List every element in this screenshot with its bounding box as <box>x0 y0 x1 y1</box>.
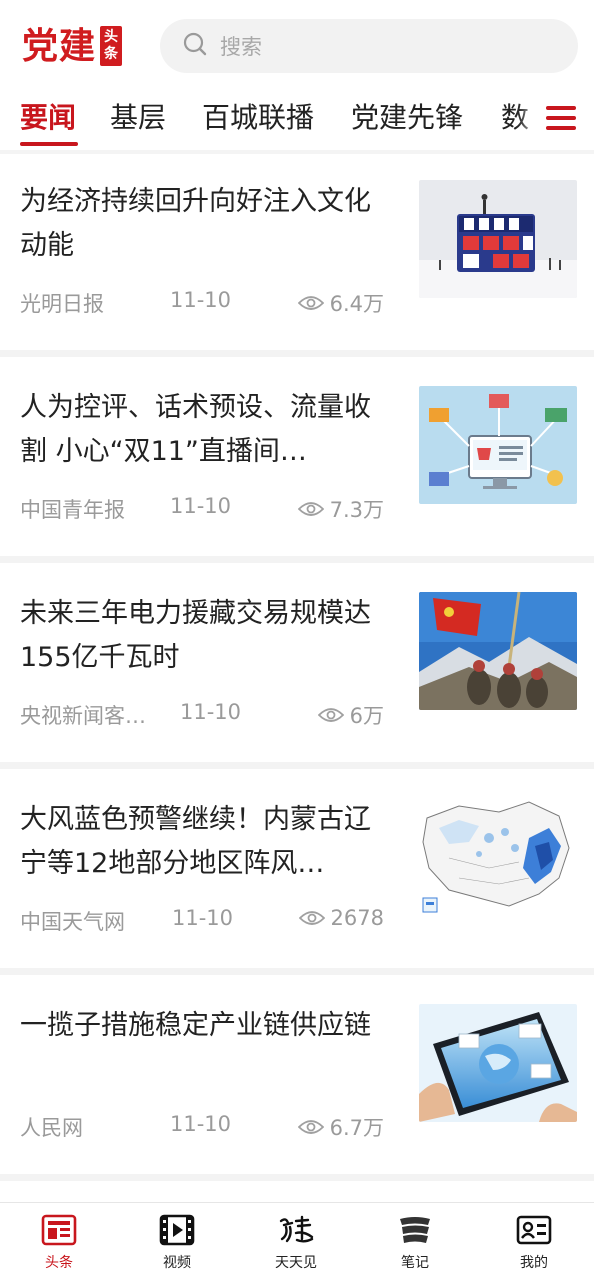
logo-text: 党建 <box>22 25 97 67</box>
news-title: 未来三年电力援藏交易规模达155亿千瓦时 <box>20 598 371 673</box>
eye-icon <box>297 1120 324 1134</box>
news-divider <box>0 1174 594 1181</box>
news-thumbnail[interactable] <box>419 386 577 504</box>
eye-icon <box>297 296 324 310</box>
tab-dangjian-xianfeng[interactable]: 党建先锋 <box>351 92 463 146</box>
news-views-count: 6.7万 <box>329 1116 384 1140</box>
news-date: 11-10 <box>170 494 232 518</box>
nav-label: 视频 <box>163 1255 191 1271</box>
news-meta: 人民网 11-10 6.7万 <box>20 1112 390 1142</box>
news-date: 11-10 <box>180 700 242 724</box>
logo-badge: 头 条 <box>100 26 123 66</box>
eye-icon <box>298 911 325 925</box>
news-source: 人民网 <box>20 1116 83 1140</box>
news-views-count: 6万 <box>349 704 384 728</box>
search-bar[interactable]: 搜索 <box>160 19 578 73</box>
channel-tabs: 要闻 基层 百城联播 党建先锋 数 <box>0 92 594 152</box>
news-meta: 中国天气网 11-10 2678 <box>20 906 390 936</box>
active-tab-indicator <box>20 142 78 146</box>
search-placeholder: 搜索 <box>220 35 262 59</box>
news-source: 中国青年报 <box>20 498 125 522</box>
news-date: 11-10 <box>170 288 232 312</box>
news-source: 中国天气网 <box>20 910 125 934</box>
news-divider <box>0 762 594 769</box>
news-thumbnail[interactable] <box>419 1004 577 1122</box>
news-divider <box>0 350 594 357</box>
logo-badge-bottom: 条 <box>104 46 119 62</box>
app-root: 党建 头 条 搜索 要闻 基层 百城联播 党建先锋 数 为经济持续回升向好注入文… <box>0 0 594 1280</box>
nav-label: 天天见 <box>275 1255 317 1271</box>
tab-jiceng[interactable]: 基层 <box>110 92 166 146</box>
news-date: 11-10 <box>172 906 234 930</box>
notes-icon <box>400 1217 430 1243</box>
search-icon <box>182 31 208 61</box>
news-views: 6.7万 <box>297 1112 384 1142</box>
nav-label: 我的 <box>520 1255 548 1271</box>
news-source: 光明日报 <box>20 292 104 316</box>
news-divider <box>0 968 594 975</box>
channel-menu-icon[interactable] <box>540 100 580 136</box>
news-thumbnail[interactable] <box>419 798 577 916</box>
nav-item-wode[interactable]: 我的 <box>475 1203 593 1280</box>
eye-icon <box>317 708 344 722</box>
news-thumbnail[interactable] <box>419 180 577 298</box>
news-item[interactable]: 未来三年电力援藏交易规模达155亿千瓦时 央视新闻客… 11-10 6万 <box>0 566 594 766</box>
header: 党建 头 条 搜索 <box>0 0 594 92</box>
nav-item-shipin[interactable]: 视频 <box>118 1203 236 1280</box>
eye-icon <box>297 502 324 516</box>
news-title: 为经济持续回升向好注入文化动能 <box>20 186 371 261</box>
calligraphy-dangjian-icon <box>279 1215 314 1243</box>
news-meta: 光明日报 11-10 6.4万 <box>20 288 390 318</box>
news-item[interactable]: 人为控评、话术预设、流量收割 小心“双11”直播间… 中国青年报 11-10 7… <box>0 360 594 560</box>
nav-item-toutiao[interactable]: 头条 <box>0 1203 118 1280</box>
news-title: 大风蓝色预警继续！内蒙古辽宁等12地部分地区阵风… <box>20 804 371 879</box>
news-views: 2678 <box>298 906 384 930</box>
news-thumbnail[interactable] <box>419 592 577 710</box>
tab-yaowen[interactable]: 要闻 <box>20 92 76 146</box>
news-item[interactable]: 一揽子措施稳定产业链供应链 人民网 11-10 6.7万 <box>0 978 594 1178</box>
bottom-nav: 头条 视频 天天见 笔记 我的 <box>0 1202 594 1280</box>
logo-badge-top: 头 <box>104 29 119 45</box>
news-meta: 中国青年报 11-10 7.3万 <box>20 494 390 524</box>
app-logo: 党建 头 条 <box>22 22 123 70</box>
news-views-count: 2678 <box>330 906 384 930</box>
news-views: 7.3万 <box>297 494 384 524</box>
tab-baicheng-lianbo[interactable]: 百城联播 <box>202 92 314 146</box>
news-views: 6.4万 <box>297 288 384 318</box>
nav-label: 笔记 <box>401 1255 429 1271</box>
video-icon <box>159 1214 195 1246</box>
news-views: 6万 <box>317 700 384 730</box>
news-views-count: 7.3万 <box>329 498 384 522</box>
profile-card-icon <box>516 1215 552 1245</box>
news-title: 一揽子措施稳定产业链供应链 <box>20 1010 371 1041</box>
news-source: 央视新闻客… <box>20 704 146 728</box>
newspaper-icon <box>41 1214 77 1246</box>
news-item[interactable]: 大风蓝色预警继续！内蒙古辽宁等12地部分地区阵风… 中国天气网 11-10 26… <box>0 772 594 972</box>
nav-label: 头条 <box>45 1255 73 1271</box>
nav-item-biji[interactable]: 笔记 <box>356 1203 474 1280</box>
news-divider <box>0 556 594 563</box>
news-item[interactable]: 为经济持续回升向好注入文化动能 光明日报 11-10 6.4万 <box>0 154 594 354</box>
tab-shu[interactable]: 数 <box>501 92 529 146</box>
news-date: 11-10 <box>170 1112 232 1136</box>
news-title: 人为控评、话术预设、流量收割 小心“双11”直播间… <box>20 392 371 467</box>
news-views-count: 6.4万 <box>329 292 384 316</box>
nav-item-tiantianjian[interactable]: 天天见 <box>237 1203 355 1280</box>
news-meta: 央视新闻客… 11-10 6万 <box>20 700 390 730</box>
